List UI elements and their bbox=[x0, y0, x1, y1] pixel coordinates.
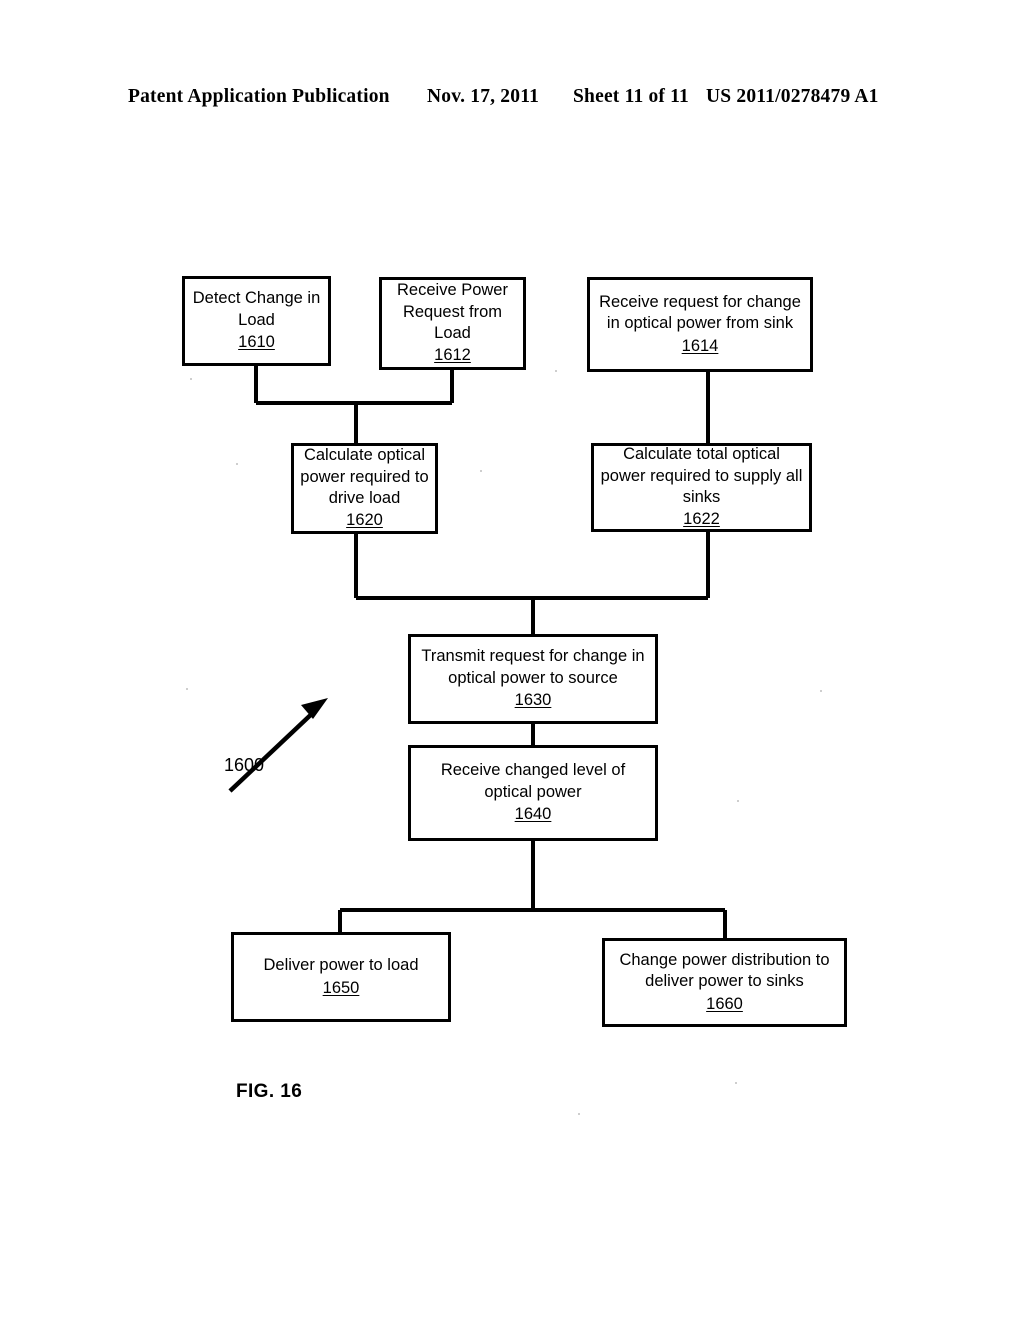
flow-node-1660[interactable]: Change power distribution to deliver pow… bbox=[602, 938, 847, 1027]
scan-speck bbox=[578, 1113, 580, 1115]
flow-node-1630-label: Transmit request for change in optical p… bbox=[421, 647, 645, 687]
scan-speck bbox=[186, 688, 188, 690]
flow-node-1650[interactable]: Deliver power to load 1650 bbox=[231, 932, 451, 1022]
lead-line-arrow bbox=[228, 698, 328, 793]
flow-node-1612-label: Receive Power Request from Load bbox=[397, 281, 508, 342]
flow-node-1622[interactable]: Calculate total optical power required t… bbox=[591, 443, 812, 532]
flowchart-diagram: Detect Change in Load 1610 Receive Power… bbox=[0, 0, 1024, 1320]
flow-node-1612[interactable]: Receive Power Request from Load 1612 bbox=[379, 277, 526, 370]
flow-node-1620-refnum: 1620 bbox=[346, 511, 383, 530]
flow-node-1622-refnum: 1622 bbox=[683, 510, 720, 529]
flow-node-1612-refnum: 1612 bbox=[434, 346, 471, 365]
scan-speck bbox=[735, 1082, 737, 1084]
flow-node-1620-label: Calculate optical power required to driv… bbox=[300, 446, 429, 507]
flow-node-1622-label: Calculate total optical power required t… bbox=[600, 445, 803, 506]
figure-caption: FIG. 16 bbox=[236, 1081, 303, 1102]
flow-node-1614-label: Receive request for change in optical po… bbox=[599, 292, 801, 333]
flow-node-1610-refnum: 1610 bbox=[238, 333, 275, 352]
flow-node-1640-refnum: 1640 bbox=[514, 805, 552, 824]
flow-node-1660-refnum: 1660 bbox=[706, 994, 743, 1013]
flow-node-1620[interactable]: Calculate optical power required to driv… bbox=[291, 443, 438, 534]
flow-node-1614-refnum: 1614 bbox=[681, 336, 719, 355]
diagram-reference-number: 1600 bbox=[224, 755, 265, 775]
scan-speck bbox=[555, 370, 557, 372]
flow-node-1660-label: Change power distribution to deliver pow… bbox=[619, 950, 830, 991]
scan-speck bbox=[820, 690, 822, 692]
flow-node-1630-refnum: 1630 bbox=[514, 691, 552, 710]
flow-node-1610-label: Detect Change in Load bbox=[192, 289, 321, 329]
flow-node-1610[interactable]: Detect Change in Load 1610 bbox=[182, 276, 331, 366]
flow-node-1614[interactable]: Receive request for change in optical po… bbox=[587, 277, 813, 372]
scan-speck bbox=[737, 800, 739, 802]
scan-speck bbox=[480, 470, 482, 472]
scan-speck bbox=[236, 463, 238, 465]
flow-node-1650-label: Deliver power to load bbox=[263, 956, 419, 975]
flow-node-1650-refnum: 1650 bbox=[322, 978, 360, 997]
flow-node-1630[interactable]: Transmit request for change in optical p… bbox=[408, 634, 658, 724]
flow-node-1640[interactable]: Receive changed level of optical power 1… bbox=[408, 745, 658, 841]
flow-node-1640-label: Receive changed level of optical power bbox=[440, 761, 626, 801]
scan-speck bbox=[190, 378, 192, 380]
